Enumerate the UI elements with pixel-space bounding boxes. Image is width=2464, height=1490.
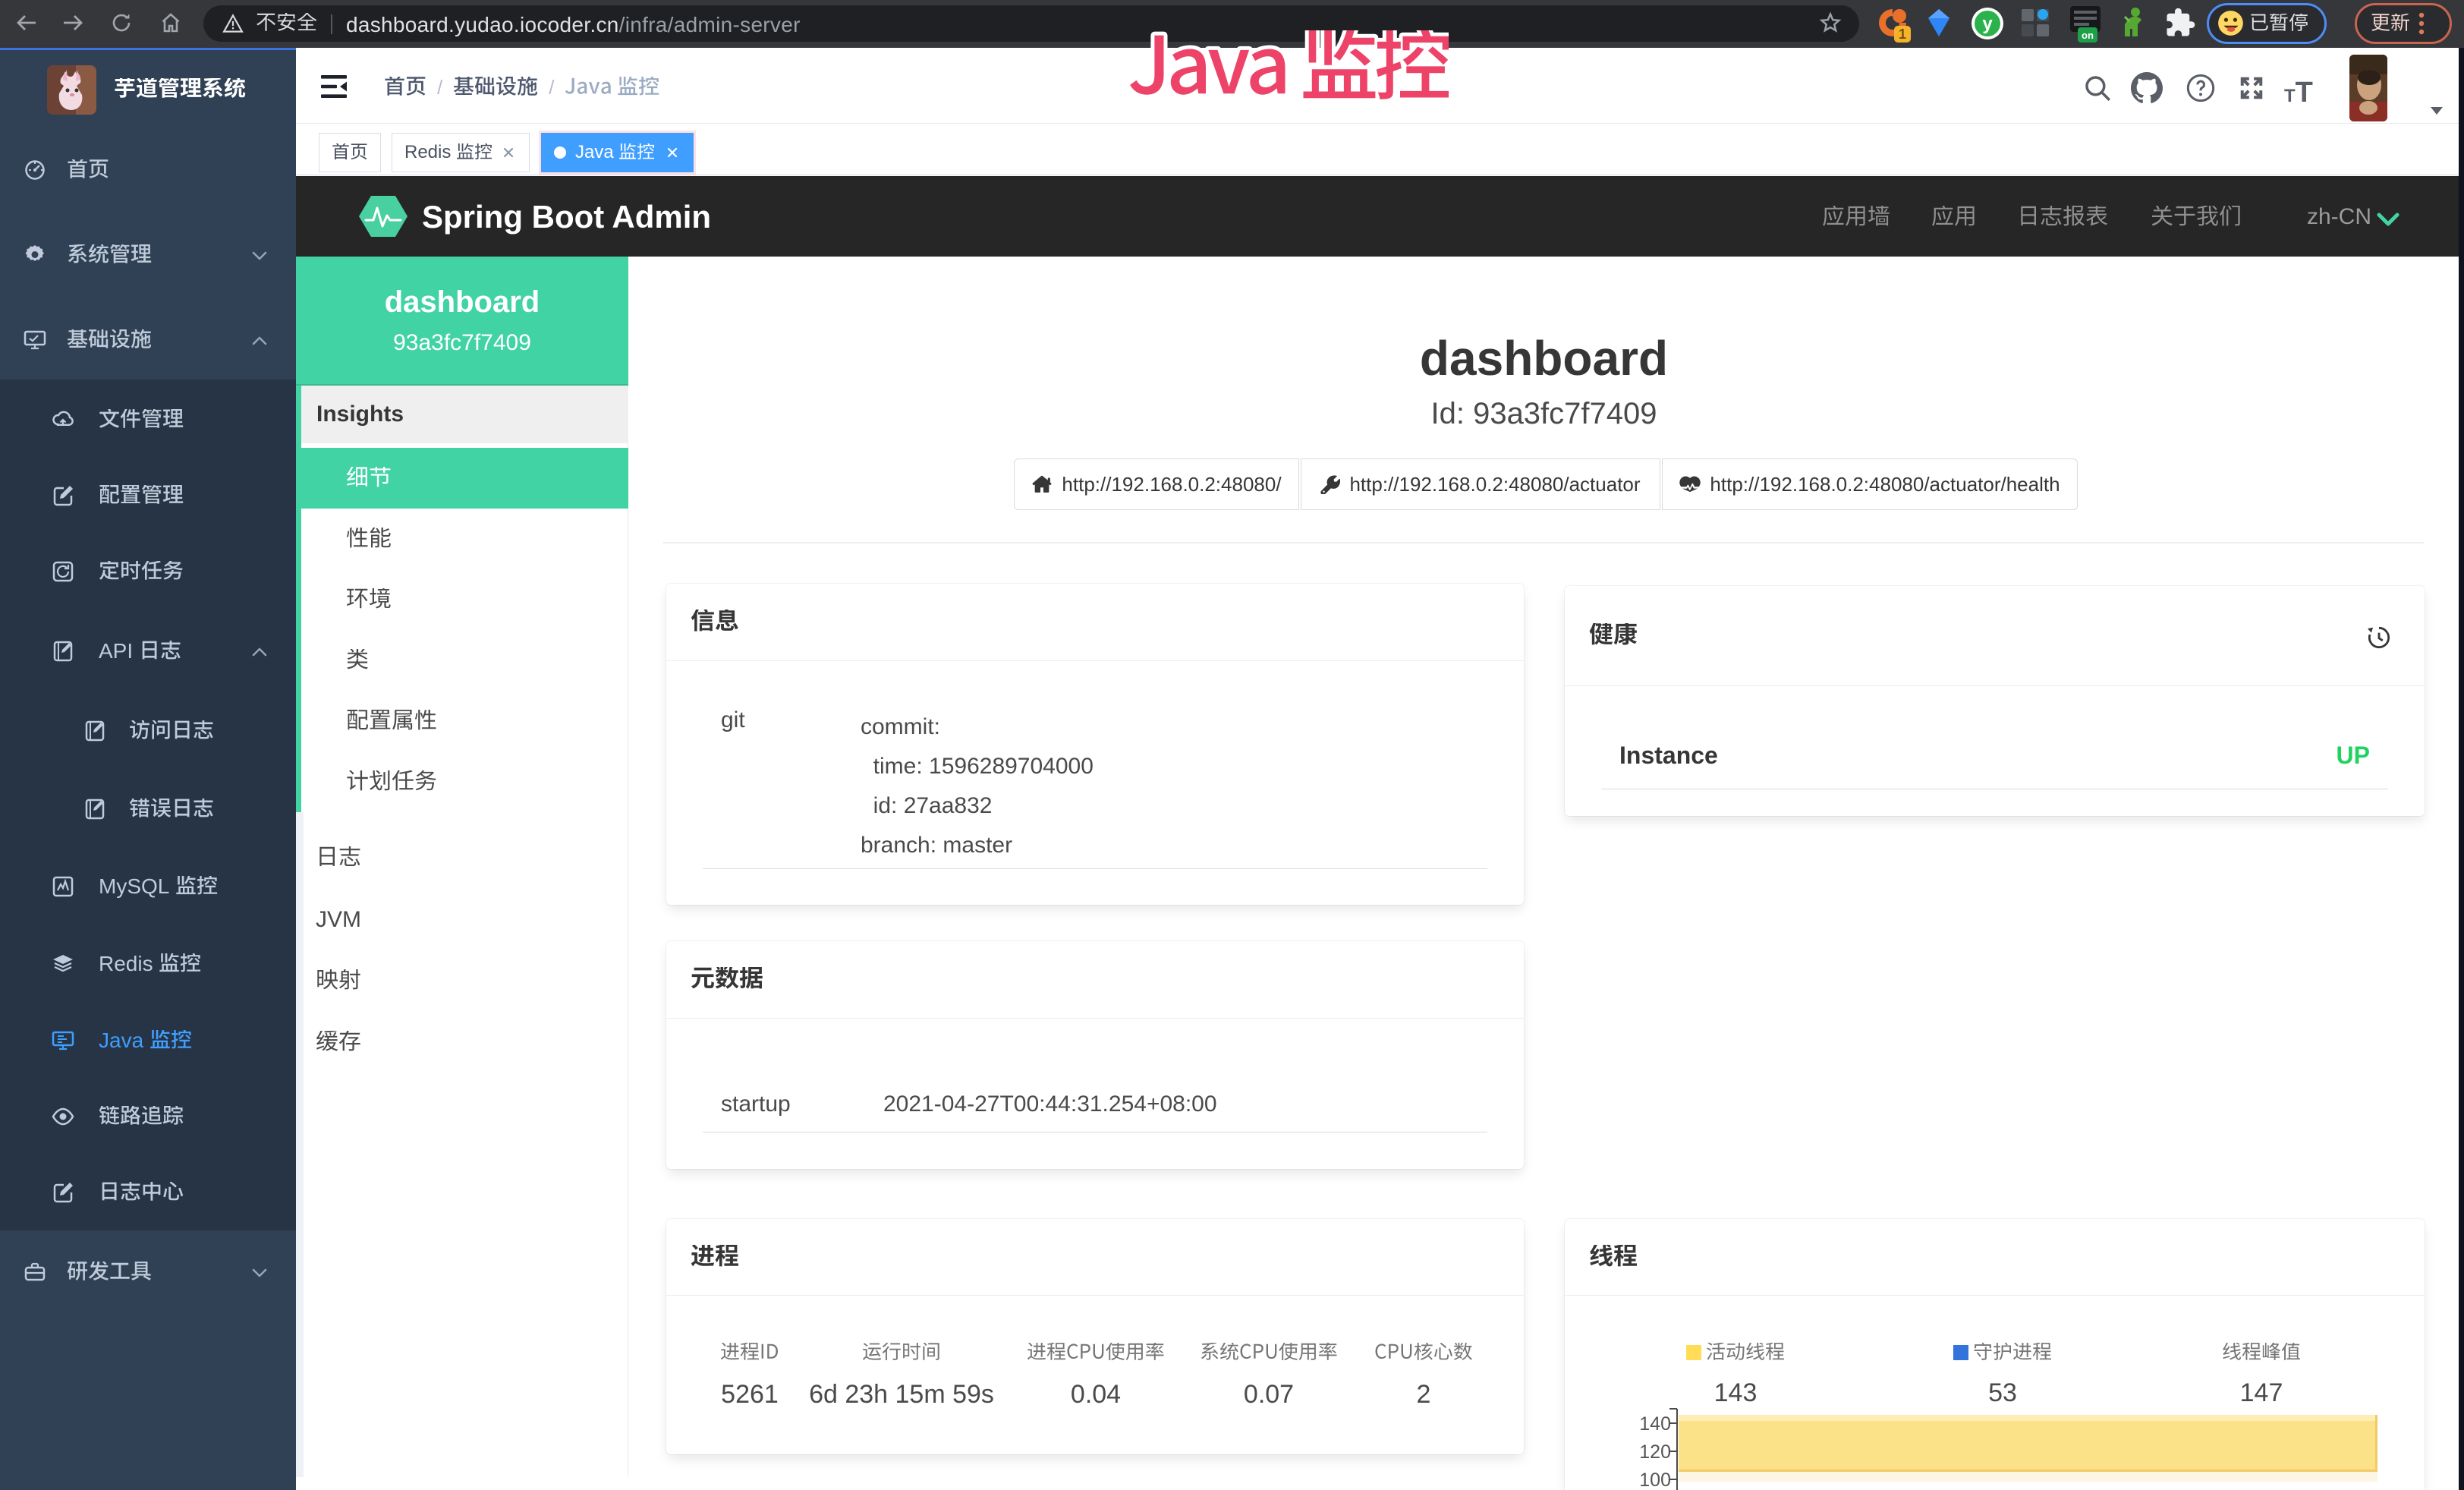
svg-text:100: 100: [1641, 1470, 1671, 1490]
svg-text:1: 1: [1899, 27, 1906, 42]
svg-text:140: 140: [1641, 1413, 1671, 1435]
svg-text:120: 120: [1641, 1441, 1671, 1463]
svg-text:on: on: [2082, 30, 2094, 41]
svg-text:y: y: [1982, 14, 1993, 34]
